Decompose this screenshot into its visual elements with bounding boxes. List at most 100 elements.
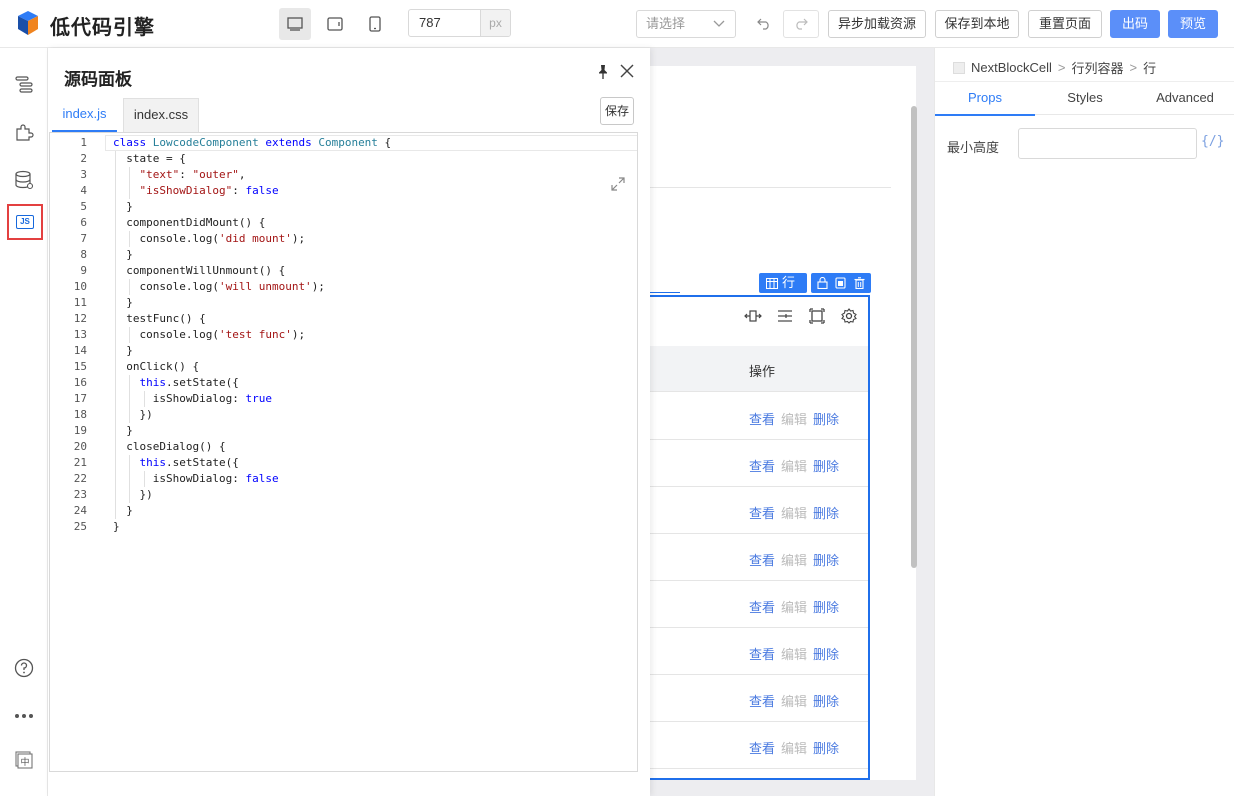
device-phone-button[interactable] [359,8,391,40]
gear-icon [841,308,857,324]
delete-link[interactable]: 删除 [813,550,839,569]
line-number: 12 [73,312,87,325]
redo-button[interactable] [783,10,819,38]
view-link[interactable]: 查看 [749,597,775,616]
view-link[interactable]: 查看 [749,691,775,710]
indent-guide [129,455,131,471]
table-row: 查看 编辑 删除 [650,581,868,628]
line-number: 22 [73,472,87,485]
indent-guide [129,183,131,199]
view-link[interactable]: 查看 [749,503,775,522]
line-number: 10 [73,280,87,293]
delete-link[interactable]: 删除 [813,456,839,475]
delete-icon[interactable] [854,277,865,289]
save-code-button[interactable]: 保存 [600,97,634,125]
view-link[interactable]: 查看 [749,644,775,663]
preview-button[interactable]: 预览 [1168,10,1218,38]
table-settings-button[interactable] [838,305,860,327]
reset-page-button[interactable]: 重置页面 [1028,10,1102,38]
tab-advanced[interactable]: Advanced [1135,82,1234,116]
close-icon[interactable] [619,63,635,79]
top-toolbar: 低代码引擎 787 px 请选择 异步加载资源 保存到本地 重置页面 出码 预览 [0,0,1234,48]
view-link[interactable]: 查看 [749,550,775,569]
undo-button[interactable] [748,10,780,38]
min-height-input[interactable] [1018,128,1197,159]
language-switch-button[interactable]: 中 [12,748,36,772]
export-button[interactable]: 出码 [1110,10,1160,38]
table-density-button[interactable] [774,305,796,327]
edit-link: 编辑 [781,741,808,756]
code-line: console.log('did mount'); [113,232,306,245]
tab-index-css[interactable]: index.css [123,98,199,132]
device-desktop-button[interactable] [279,8,311,40]
pin-icon[interactable] [596,64,610,80]
edit-link: 编辑 [781,506,808,521]
expand-icon[interactable] [610,176,626,192]
outline-tree-button[interactable] [12,72,36,96]
tab-styles[interactable]: Styles [1035,82,1135,116]
data-source-button[interactable] [12,168,36,192]
view-link[interactable]: 查看 [749,738,775,757]
locale-select[interactable]: 请选择 [636,10,736,38]
copy-icon[interactable] [835,277,847,289]
code-line: "text": "outer", [139,168,246,181]
line-number: 9 [80,264,87,277]
code-line: closeDialog() { [113,440,226,453]
selected-component-label: 行 [782,275,796,290]
indent-guide [129,231,131,247]
more-button[interactable] [12,704,36,728]
indent-guide [129,167,131,183]
line-number: 2 [80,152,87,165]
canvas-width-input[interactable]: 787 px [408,9,511,37]
delete-link[interactable]: 删除 [813,503,839,522]
settings-panel: NextBlockCell > 行列容器 > 行 Props Styles Ad… [934,48,1234,796]
tab-props[interactable]: Props [935,82,1035,116]
breadcrumb-checkbox[interactable] [953,61,965,74]
view-link[interactable]: 查看 [749,456,775,475]
table-fullscreen-button[interactable] [806,305,828,327]
canvas-scrollbar[interactable] [911,106,917,568]
line-number: 21 [73,456,87,469]
async-load-button[interactable]: 异步加载资源 [828,10,926,38]
line-number: 7 [80,232,87,245]
code-line: this.setState({ [139,376,239,389]
breadcrumb-item[interactable]: 行列容器 [1072,58,1124,77]
line-number: 23 [73,488,87,501]
code-line: componentDidMount() { [113,216,266,229]
indent-guide [129,487,131,503]
edit-link: 编辑 [781,647,808,662]
table-row: 查看 编辑 删除 [650,440,868,487]
indent-guide [129,279,131,295]
help-button[interactable] [12,656,36,680]
save-local-button[interactable]: 保存到本地 [935,10,1019,38]
indent-guide [115,455,116,471]
indent-guide [129,407,131,423]
breadcrumb-item[interactable]: 行 [1143,58,1156,77]
delete-link[interactable]: 删除 [813,409,839,428]
selected-component-badge[interactable]: 行 [759,273,807,293]
table-row: 查看 编辑 删除 [650,393,868,440]
code-editor[interactable]: 1 class LowcodeComponent extends Componen… [49,132,638,772]
breadcrumb-item[interactable]: NextBlockCell [971,60,1052,75]
variable-bind-button[interactable]: {/} [1201,134,1224,149]
min-height-label: 最小高度 [947,140,1000,155]
indent-guide [115,311,116,327]
view-link[interactable]: 查看 [749,409,775,428]
delete-link[interactable]: 删除 [813,691,839,710]
lock-icon[interactable] [817,277,828,289]
table-row: 查看 编辑 删除 [650,487,868,534]
delete-link[interactable]: 删除 [813,738,839,757]
device-tablet-button[interactable] [319,8,351,40]
delete-link[interactable]: 删除 [813,597,839,616]
table-move-button[interactable] [742,305,764,327]
table-row: 查看 编辑 删除 [650,675,868,722]
source-code-button[interactable]: JS [7,204,43,240]
component-library-button[interactable] [12,120,36,144]
indent-guide [115,247,116,263]
line-number: 13 [73,328,87,341]
canvas-width-value[interactable]: 787 [409,10,480,36]
outline-tree-icon [15,76,33,93]
canvas-width-unit: px [480,10,510,36]
tab-index-js[interactable]: index.js [52,98,117,132]
delete-link[interactable]: 删除 [813,644,839,663]
